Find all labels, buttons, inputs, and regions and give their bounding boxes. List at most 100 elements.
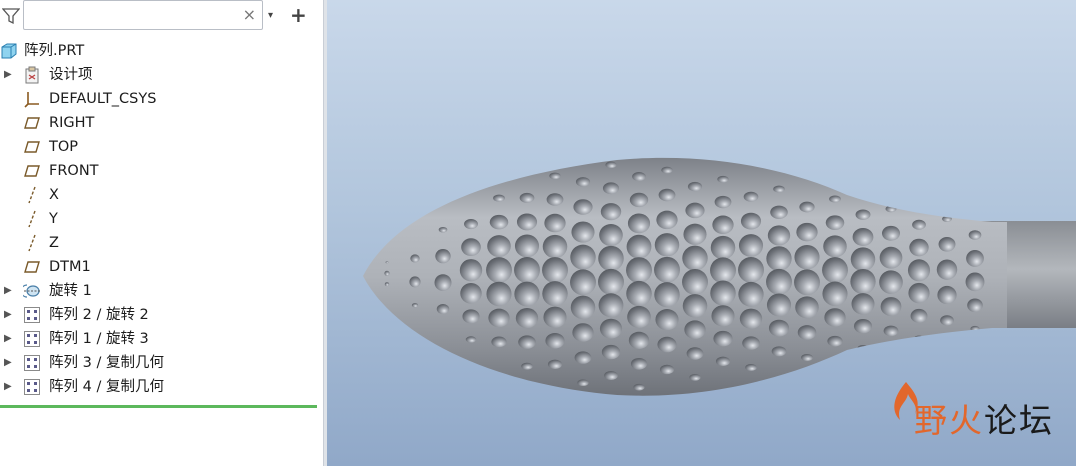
dimple: [570, 295, 596, 320]
dimple: [605, 161, 617, 169]
dimple: [549, 172, 561, 180]
dimple: [710, 280, 736, 306]
dimple: [598, 293, 624, 318]
dimple: [942, 215, 952, 222]
design-items-icon: [25, 66, 39, 84]
dimple: [766, 268, 792, 295]
dimple: [544, 213, 566, 233]
tree-item-revolve-1[interactable]: ▶ 旋转 1: [0, 279, 323, 303]
datum-plane-icon: [24, 165, 40, 177]
dimple: [629, 192, 649, 208]
graphics-viewport[interactable]: 野火论坛: [327, 0, 1076, 466]
dimple: [686, 347, 704, 360]
model-tree-panel: × ▾ + 阵列.PRT ▶ 设计项 DEFAULT_CSYS RIGHT TO…: [0, 0, 323, 466]
dimple: [465, 336, 477, 343]
tree-item-pattern-2[interactable]: ▶ 阵列 2 / 旋转 2: [0, 303, 323, 327]
dimple: [546, 193, 564, 206]
tree-item-label: 阵列 3 / 复制几何: [49, 355, 164, 371]
expand-arrow-icon[interactable]: ▶: [4, 332, 12, 346]
dimple: [879, 246, 903, 269]
dimple: [855, 209, 871, 220]
tree-item-label: 阵列.PRT: [24, 43, 85, 59]
datum-plane-icon: [24, 117, 40, 129]
dimple: [577, 379, 589, 387]
dimple: [683, 223, 707, 245]
tree-item-front[interactable]: FRONT: [0, 159, 323, 183]
chevron-down-icon[interactable]: ▾: [268, 6, 273, 26]
expand-arrow-icon[interactable]: ▶: [4, 284, 12, 298]
dimple: [770, 205, 788, 219]
dimple: [937, 285, 957, 305]
datum-plane-icon: [24, 261, 40, 273]
dimple: [633, 383, 645, 391]
dimple: [970, 325, 980, 332]
dimple: [768, 319, 790, 337]
dimple: [384, 282, 390, 287]
search-input-box[interactable]: ×: [23, 0, 263, 30]
dimple: [654, 282, 680, 308]
expand-arrow-icon[interactable]: ▶: [4, 356, 12, 370]
tree-item-label: 阵列 2 / 旋转 2: [49, 307, 149, 323]
expand-arrow-icon[interactable]: ▶: [4, 308, 12, 322]
dimple: [745, 364, 757, 371]
dimple: [682, 269, 708, 295]
tree-item-label: 设计项: [49, 67, 93, 83]
dimple: [626, 257, 652, 284]
tree-item-axis-z[interactable]: Z: [0, 231, 323, 255]
dimple: [794, 244, 820, 270]
dimple: [795, 296, 819, 319]
tree-item-pattern-4[interactable]: ▶ 阵列 4 / 复制几何: [0, 375, 323, 399]
tree-item-root-part[interactable]: 阵列.PRT: [0, 39, 323, 63]
dimple: [829, 195, 841, 203]
insert-here-indicator[interactable]: [0, 405, 317, 408]
dimple: [739, 308, 763, 329]
dimple: [714, 195, 732, 209]
tree-item-label: 阵列 1 / 旋转 3: [49, 331, 149, 347]
clear-icon[interactable]: ×: [243, 4, 256, 26]
tree-item-label: Z: [49, 235, 59, 251]
dimple: [740, 212, 762, 230]
tree-item-default-csys[interactable]: DEFAULT_CSYS: [0, 87, 323, 111]
expand-arrow-icon[interactable]: ▶: [4, 68, 12, 82]
dimple: [940, 315, 954, 326]
dimple: [656, 210, 678, 230]
dimple: [851, 293, 875, 315]
pattern-icon: [24, 307, 40, 323]
flame-icon: [894, 382, 918, 420]
dimple: [738, 234, 764, 257]
dimple: [910, 308, 928, 323]
dimple: [543, 306, 567, 328]
filter-icon[interactable]: [2, 7, 20, 25]
dimple: [824, 308, 846, 327]
tree-item-pattern-3[interactable]: ▶ 阵列 3 / 复制几何: [0, 351, 323, 375]
dimple: [661, 166, 673, 174]
tree-item-right[interactable]: RIGHT: [0, 111, 323, 135]
dimple: [738, 281, 764, 307]
add-icon[interactable]: +: [290, 3, 307, 27]
dimple: [771, 346, 787, 357]
tree-item-dtm1[interactable]: DTM1: [0, 255, 323, 279]
tree-item-axis-x[interactable]: X: [0, 183, 323, 207]
dimple: [713, 330, 733, 347]
dimple: [908, 282, 930, 304]
dimple: [853, 319, 873, 334]
dimple: [967, 298, 983, 313]
search-input[interactable]: [28, 5, 242, 27]
tree-item-top[interactable]: TOP: [0, 135, 323, 159]
dimple: [459, 259, 483, 282]
tree-item-pattern-1[interactable]: ▶ 阵列 1 / 旋转 3: [0, 327, 323, 351]
dimple: [936, 259, 958, 280]
dimple: [462, 309, 480, 324]
tree-item-axis-y[interactable]: Y: [0, 207, 323, 231]
dimple: [518, 335, 536, 349]
dimple: [436, 304, 450, 315]
dimple: [489, 214, 509, 230]
dimple: [880, 297, 902, 316]
tree-item-label: TOP: [49, 139, 79, 155]
dimple: [687, 181, 703, 192]
dimple: [710, 257, 736, 284]
dimple: [825, 215, 845, 230]
expand-arrow-icon[interactable]: ▶: [4, 380, 12, 394]
tree-item-design-items[interactable]: ▶ 设计项: [0, 63, 323, 87]
dimple: [434, 274, 452, 292]
